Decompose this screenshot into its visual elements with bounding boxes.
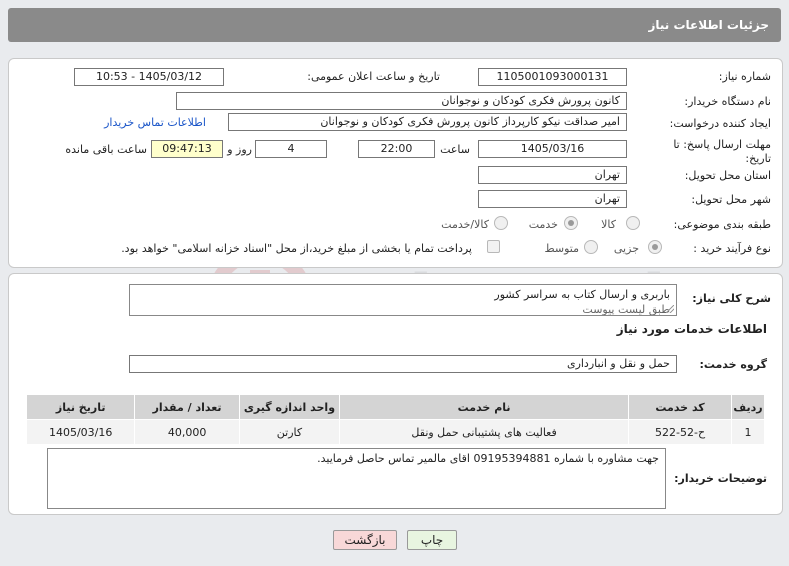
deadline-label: مهلت ارسال پاسخ: تا تاریخ: [673, 138, 771, 165]
remaining-label: ساعت باقی مانده [65, 143, 147, 156]
payment-note: پرداخت تمام یا بخشی از مبلغ خرید،از محل … [121, 242, 472, 255]
col-quantity: تعداد / مقدار [134, 394, 240, 420]
col-unit: واحد اندازه گیری [238, 394, 341, 420]
process-option-medium: متوسط [544, 242, 579, 255]
cell-need-date: 1405/03/16 [25, 419, 136, 445]
buyer-org-field: کانون پرورش فکری کودکان و نوجوانان [176, 92, 627, 110]
page-title: جزئیات اطلاعات نیاز [648, 18, 769, 32]
cell-row-number: 1 [731, 419, 765, 445]
col-need-date: تاریخ نیاز [25, 394, 136, 420]
days-field: 4 [255, 140, 327, 158]
payment-checkbox[interactable] [487, 240, 500, 253]
need-number-label: شماره نیاز: [718, 70, 771, 83]
table-header-row: ردیف کد خدمت نام خدمت واحد اندازه گیری ت… [25, 394, 765, 420]
city-field: تهران [478, 190, 627, 208]
announce-datetime-field: 1405/03/12 - 10:53 [74, 68, 224, 86]
buyer-notes-text: جهت مشاوره با شماره 09195394881 اقای مال… [317, 452, 659, 465]
category-radio-service[interactable] [564, 216, 578, 230]
category-option-service: خدمت [528, 218, 558, 231]
description-line-1: باربری و ارسال کتاب به سراسر کشور [494, 288, 670, 301]
time-label: ساعت [440, 143, 470, 156]
creator-field: امیر صداقت نیکو کارپرداز کانون پرورش فکر… [228, 113, 627, 131]
col-row-number: ردیف [731, 394, 765, 420]
description-textarea[interactable]: باربری و ارسال کتاب به سراسر کشور طبق لی… [129, 284, 677, 316]
services-section-title: اطلاعات خدمات مورد نیاز [616, 322, 767, 336]
buyer-contact-link[interactable]: اطلاعات تماس خریدار [104, 116, 206, 129]
service-group-label: گروه خدمت: [699, 358, 767, 371]
category-radio-goods-service[interactable] [494, 216, 508, 230]
process-radio-minor[interactable] [648, 240, 662, 254]
province-label: استان محل تحویل: [684, 169, 771, 182]
need-number-field: 1105001093000131 [478, 68, 627, 86]
days-label: روز و [227, 143, 252, 156]
announce-label: تاریخ و ساعت اعلان عمومی: [307, 70, 440, 83]
print-button[interactable]: چاپ [407, 530, 457, 550]
deadline-time-field: 22:00 [358, 140, 435, 158]
category-radio-goods[interactable] [626, 216, 640, 230]
cell-unit: کارتن [238, 419, 341, 445]
buyer-org-label: نام دستگاه خریدار: [684, 95, 771, 108]
cell-service-name: فعالیت های پشتیبانی حمل ونقل [339, 419, 630, 445]
buyer-notes-label: توضیحات خریدار: [674, 472, 767, 485]
col-service-code: کد خدمت [628, 394, 733, 420]
cell-quantity: 40,000 [134, 419, 240, 445]
city-label: شهر محل تحویل: [691, 193, 771, 206]
category-option-goods-service: کالا/خدمت [441, 218, 489, 231]
resize-grip-icon[interactable] [666, 305, 674, 313]
category-label: طبقه بندی موضوعی: [673, 218, 771, 231]
col-service-name: نام خدمت [339, 394, 630, 420]
description-line-2: طبق لیست پیوست [582, 303, 670, 316]
process-label: نوع فرآیند خرید : [693, 242, 771, 255]
process-radio-medium[interactable] [584, 240, 598, 254]
remaining-time-field: 09:47:13 [151, 140, 223, 158]
process-option-minor: جزیی [613, 242, 639, 255]
creator-label: ایجاد کننده درخواست: [669, 117, 771, 130]
table-row: 1 ح-52-522 فعالیت های پشتیبانی حمل ونقل … [25, 419, 765, 445]
category-option-goods: کالا [601, 218, 616, 231]
cell-service-code: ح-52-522 [628, 419, 733, 445]
description-label: شرح کلی نیاز: [692, 292, 771, 305]
province-field: تهران [478, 166, 627, 184]
deadline-date-field: 1405/03/16 [478, 140, 627, 158]
buyer-notes-textarea[interactable]: جهت مشاوره با شماره 09195394881 اقای مال… [47, 448, 666, 509]
page-header: جزئیات اطلاعات نیاز [8, 8, 781, 42]
service-group-field: حمل و نقل و انبارداری [129, 355, 677, 373]
back-button[interactable]: بازگشت [333, 530, 397, 550]
services-table: ردیف کد خدمت نام خدمت واحد اندازه گیری ت… [25, 394, 765, 445]
